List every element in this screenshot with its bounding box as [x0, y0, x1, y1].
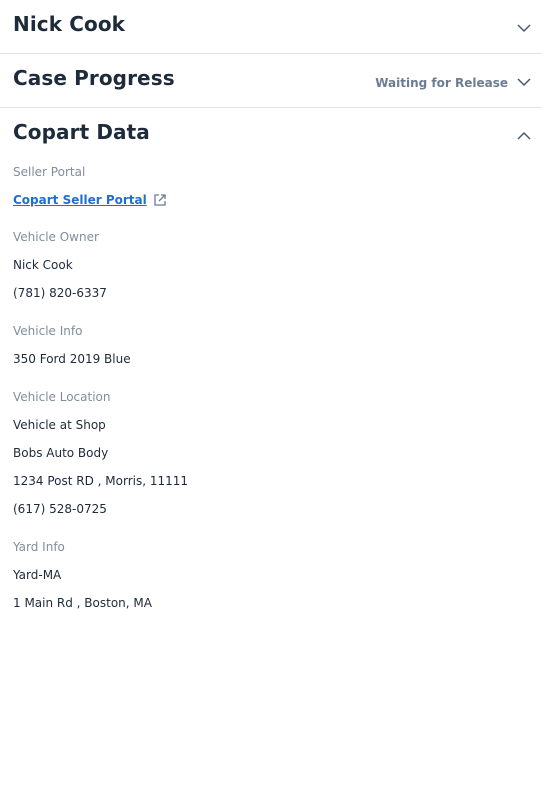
- copart-data-content: Seller Portal Copart Seller Portal Vehic…: [0, 164, 542, 611]
- section-title-owner: Nick Cook: [13, 12, 126, 36]
- vehicle-owner-phone: (781) 820-6337: [13, 286, 107, 300]
- section-header-owner[interactable]: Nick Cook: [0, 0, 542, 54]
- section-title-copart-data: Copart Data: [13, 120, 150, 144]
- section-title-case-progress: Case Progress: [13, 66, 175, 90]
- copart-seller-portal-link[interactable]: Copart Seller Portal: [13, 193, 529, 207]
- chevron-down-icon[interactable]: [516, 20, 532, 36]
- vehicle-location-address: 1234 Post RD , Morris, 11111: [13, 474, 189, 488]
- vehicle-location-status: Vehicle at Shop: [13, 418, 106, 432]
- external-link-icon[interactable]: [153, 193, 167, 207]
- vehicle-info-label: Vehicle Info: [13, 324, 83, 338]
- copart-seller-portal-link-text[interactable]: Copart Seller Portal: [13, 193, 147, 207]
- seller-portal-label: Seller Portal: [13, 165, 86, 179]
- vehicle-info-desc: 350 Ford 2019 Blue: [13, 352, 131, 366]
- vehicle-location-label: Vehicle Location: [13, 390, 111, 404]
- case-status-text: Waiting for Release: [375, 76, 508, 90]
- vehicle-owner-label: Vehicle Owner: [13, 230, 99, 244]
- yard-info-name: Yard-MA: [13, 568, 62, 582]
- yard-info-address: 1 Main Rd , Boston, MA: [13, 596, 152, 610]
- vehicle-owner-name: Nick Cook: [13, 258, 73, 272]
- vehicle-location-phone: (617) 528-0725: [13, 502, 107, 516]
- section-header-case-progress[interactable]: Case Progress Waiting for Release: [0, 54, 542, 108]
- vehicle-location-shop: Bobs Auto Body: [13, 446, 109, 460]
- yard-info-label: Yard Info: [13, 540, 65, 554]
- section-header-copart-data[interactable]: Copart Data: [0, 108, 542, 158]
- chevron-up-icon[interactable]: [516, 128, 532, 144]
- chevron-down-icon[interactable]: [516, 74, 532, 90]
